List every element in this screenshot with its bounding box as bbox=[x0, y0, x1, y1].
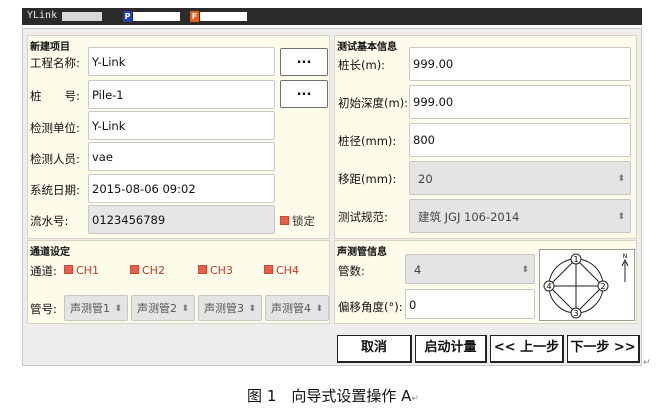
ch4-label: CH4 bbox=[276, 264, 299, 277]
pile-diameter-input[interactable]: 800 bbox=[409, 123, 631, 157]
basic-section-title: 测试基本信息 bbox=[337, 42, 397, 53]
chevron-updown-icon: ⬍ bbox=[521, 265, 529, 275]
ch2-label: CH2 bbox=[142, 264, 165, 277]
cancel-button[interactable]: 取消 bbox=[337, 335, 412, 363]
ch3-checkbox[interactable]: CH3 bbox=[198, 264, 233, 277]
tube-layout-diagram: 1 2 3 4 N bbox=[539, 249, 635, 321]
tube-section-title: 声测管信息 bbox=[337, 247, 387, 258]
pipe-label: 管号: bbox=[30, 302, 57, 316]
p-indicator-icon: P bbox=[123, 11, 132, 22]
pile-length-label: 桩长(m): bbox=[338, 58, 386, 72]
offset-angle-input[interactable]: 0 bbox=[405, 289, 535, 319]
pile-label: 桩 号: bbox=[30, 89, 80, 103]
app-name: YLink bbox=[27, 10, 58, 21]
north-arrow-icon: N bbox=[621, 253, 629, 282]
person-input[interactable]: vae bbox=[88, 142, 275, 171]
project-panel: 新建项目 工程名称: Y-Link ... 桩 号: Pile-1 ... 检测… bbox=[27, 35, 330, 239]
pile-input[interactable]: Pile-1 bbox=[88, 80, 275, 109]
check-icon bbox=[264, 265, 273, 274]
tube-node-2: 2 bbox=[597, 280, 609, 292]
check-icon bbox=[130, 265, 139, 274]
tube-count-label: 管数: bbox=[338, 264, 365, 278]
lock-label: 锁定 bbox=[292, 214, 315, 228]
lock-checkbox[interactable]: 锁定 bbox=[280, 213, 315, 229]
chevron-updown-icon: ⬍ bbox=[114, 304, 122, 314]
tube-count-select[interactable]: 4 ⬍ bbox=[405, 254, 535, 284]
person-label: 检测人员: bbox=[30, 152, 80, 166]
pile-length-input[interactable]: 999.00 bbox=[409, 47, 631, 81]
unit-input[interactable]: Y-Link bbox=[88, 111, 275, 140]
tube-panel: 声测管信息 管数: 4 ⬍ 偏移角度(°): 0 1 2 3 4 N bbox=[334, 240, 637, 324]
chevron-updown-icon: ⬍ bbox=[617, 212, 625, 222]
svg-text:N: N bbox=[623, 253, 628, 260]
channel-label: 通道: bbox=[30, 264, 57, 278]
return-mark-icon: ↵ bbox=[411, 394, 419, 404]
date-input[interactable]: 2015-08-06 09:02 bbox=[88, 174, 275, 203]
f-indicator-icon: F bbox=[190, 11, 199, 22]
ch3-label: CH3 bbox=[210, 264, 233, 277]
standard-value: 建筑 JGJ 106-2014 bbox=[418, 210, 520, 224]
ch1-checkbox[interactable]: CH1 bbox=[64, 264, 99, 277]
status-slot bbox=[62, 12, 102, 21]
pipe2-value: 声测管2 bbox=[137, 302, 177, 315]
pipe3-value: 声测管3 bbox=[204, 302, 244, 315]
shift-select[interactable]: 20 ⬍ bbox=[409, 161, 631, 195]
pipe4-value: 声测管4 bbox=[271, 302, 311, 315]
status-bar: YLink P F bbox=[22, 8, 642, 25]
shift-label: 移距(mm): bbox=[338, 172, 397, 186]
project-name-input[interactable]: Y-Link bbox=[88, 47, 275, 76]
project-section-title: 新建项目 bbox=[30, 42, 70, 53]
return-mark-icon: ↵ bbox=[643, 358, 651, 368]
channel-panel: 通道设定 通道: CH1 CH2 CH3 CH4 管号: 声测管1 ⬍ 声测管2 ⬍… bbox=[27, 240, 330, 324]
offset-angle-label: 偏移角度(°): bbox=[338, 300, 403, 314]
basic-info-panel: 测试基本信息 桩长(m): 999.00 初始深度(m): 999.00 桩径(… bbox=[334, 35, 637, 239]
chevron-updown-icon: ⬍ bbox=[181, 304, 189, 314]
p-level-bar bbox=[133, 12, 180, 21]
unit-label: 检测单位: bbox=[30, 121, 80, 135]
pipe2-select[interactable]: 声测管2 ⬍ bbox=[131, 295, 195, 321]
pipe1-select[interactable]: 声测管1 ⬍ bbox=[64, 295, 128, 321]
tube-node-4: 4 bbox=[543, 280, 555, 292]
date-label: 系统日期: bbox=[30, 183, 80, 197]
chevron-updown-icon: ⬍ bbox=[617, 174, 625, 184]
check-icon bbox=[64, 265, 73, 274]
chevron-updown-icon: ⬍ bbox=[248, 304, 256, 314]
figure-caption: 图 1 向导式设置操作 A↵ bbox=[0, 385, 666, 406]
pipe4-select[interactable]: 声测管4 ⬍ bbox=[265, 295, 329, 321]
svg-text:4: 4 bbox=[546, 282, 551, 291]
shift-value: 20 bbox=[418, 172, 433, 186]
wizard-window: 新建项目 工程名称: Y-Link ... 桩 号: Pile-1 ... 检测… bbox=[22, 28, 642, 366]
standard-select[interactable]: 建筑 JGJ 106-2014 ⬍ bbox=[409, 199, 631, 233]
start-metering-button[interactable]: 启动计量 bbox=[415, 335, 487, 363]
check-icon bbox=[198, 265, 207, 274]
pipe3-select[interactable]: 声测管3 ⬍ bbox=[198, 295, 262, 321]
check-icon bbox=[280, 216, 289, 225]
serial-input: 0123456789 bbox=[88, 205, 275, 234]
svg-text:2: 2 bbox=[600, 282, 605, 291]
pile-diameter-label: 桩径(mm): bbox=[338, 134, 397, 148]
prev-step-button[interactable]: << 上一步 bbox=[490, 335, 564, 363]
channel-section-title: 通道设定 bbox=[30, 247, 70, 258]
project-name-label: 工程名称: bbox=[30, 56, 80, 70]
tube-node-1: 1 bbox=[570, 253, 582, 265]
project-browse-button[interactable]: ... bbox=[280, 48, 328, 76]
pile-browse-button[interactable]: ... bbox=[280, 80, 328, 108]
tube-node-3: 3 bbox=[570, 307, 582, 319]
initial-depth-label: 初始深度(m): bbox=[338, 96, 409, 110]
standard-label: 测试规范: bbox=[338, 210, 388, 224]
svg-text:3: 3 bbox=[573, 309, 578, 318]
ch2-checkbox[interactable]: CH2 bbox=[130, 264, 165, 277]
chevron-updown-icon: ⬍ bbox=[315, 304, 323, 314]
initial-depth-input[interactable]: 999.00 bbox=[409, 85, 631, 119]
f-level-bar bbox=[200, 12, 247, 21]
pipe1-value: 声测管1 bbox=[70, 302, 110, 315]
ch1-label: CH1 bbox=[76, 264, 99, 277]
tube-layout-svg: 1 2 3 4 N bbox=[543, 253, 629, 319]
svg-text:1: 1 bbox=[573, 255, 578, 264]
serial-label: 流水号: bbox=[30, 214, 69, 228]
next-step-button[interactable]: 下一步 >> bbox=[567, 335, 640, 363]
ch4-checkbox[interactable]: CH4 bbox=[264, 264, 299, 277]
caption-text: 图 1 向导式设置操作 A bbox=[247, 387, 412, 405]
tube-count-value: 4 bbox=[414, 263, 422, 277]
